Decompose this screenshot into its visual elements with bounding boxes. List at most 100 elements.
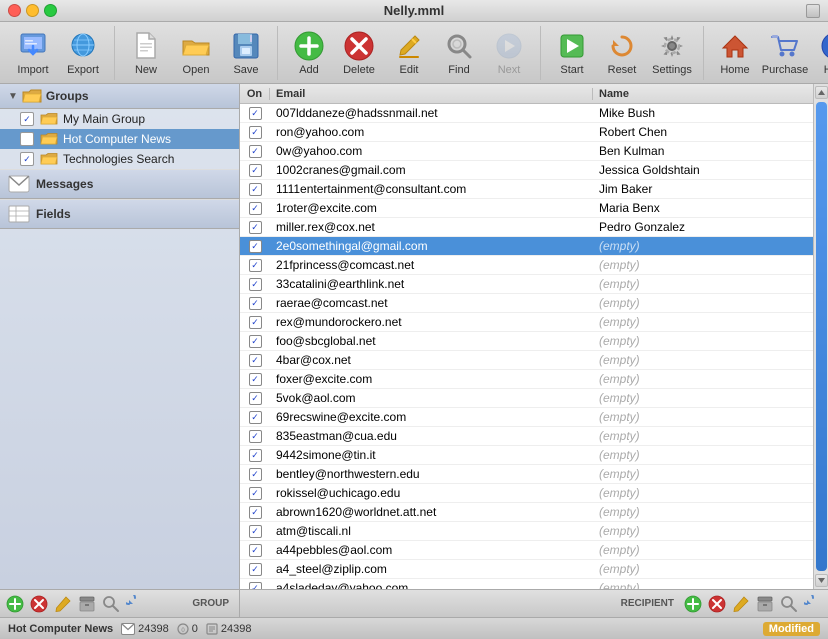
cell-on[interactable]: ✓ <box>240 525 270 538</box>
row-checkbox[interactable]: ✓ <box>249 183 262 196</box>
table-row[interactable]: ✓abrown1620@worldnet.att.net(empty) <box>240 503 813 522</box>
row-checkbox[interactable]: ✓ <box>249 221 262 234</box>
cell-on[interactable]: ✓ <box>240 373 270 386</box>
cell-on[interactable]: ✓ <box>240 468 270 481</box>
cell-on[interactable]: ✓ <box>240 297 270 310</box>
row-checkbox[interactable]: ✓ <box>249 563 262 576</box>
row-checkbox[interactable]: ✓ <box>249 202 262 215</box>
cell-on[interactable]: ✓ <box>240 221 270 234</box>
archive-group-button[interactable] <box>76 593 98 615</box>
table-row[interactable]: ✓a4sladeday@yahoo.com(empty) <box>240 579 813 589</box>
add-recipient-button[interactable] <box>682 593 704 615</box>
minimize-button[interactable] <box>26 4 39 17</box>
cell-on[interactable]: ✓ <box>240 202 270 215</box>
cell-on[interactable]: ✓ <box>240 278 270 291</box>
table-row[interactable]: ✓21fprincess@comcast.net(empty) <box>240 256 813 275</box>
cell-on[interactable]: ✓ <box>240 582 270 590</box>
resize-button[interactable] <box>806 4 820 18</box>
purchase-button[interactable]: Purchase <box>760 27 810 79</box>
table-row[interactable]: ✓rokissel@uchicago.edu(empty) <box>240 484 813 503</box>
table-row[interactable]: ✓007lddaneze@hadssnmail.netMike Bush <box>240 104 813 123</box>
edit-group-button[interactable] <box>52 593 74 615</box>
row-checkbox[interactable]: ✓ <box>249 354 262 367</box>
cell-on[interactable]: ✓ <box>240 563 270 576</box>
row-checkbox[interactable]: ✓ <box>249 335 262 348</box>
search-group-button[interactable] <box>100 593 122 615</box>
row-checkbox[interactable]: ✓ <box>249 411 262 424</box>
table-row[interactable]: ✓0w@yahoo.comBen Kulman <box>240 142 813 161</box>
cell-on[interactable]: ✓ <box>240 487 270 500</box>
scroll-down-button[interactable] <box>815 574 828 587</box>
table-row[interactable]: ✓33catalini@earthlink.net(empty) <box>240 275 813 294</box>
home-button[interactable]: Home <box>710 27 760 79</box>
messages-section[interactable]: Messages <box>0 169 239 199</box>
search-recipient-button[interactable] <box>778 593 800 615</box>
delete-button[interactable]: Delete <box>334 27 384 79</box>
close-button[interactable] <box>8 4 21 17</box>
settings-button[interactable]: Settings <box>647 27 697 79</box>
row-checkbox[interactable]: ✓ <box>249 297 262 310</box>
row-checkbox[interactable]: ✓ <box>249 278 262 291</box>
row-checkbox[interactable]: ✓ <box>249 582 262 590</box>
next-button[interactable]: Next <box>484 27 534 79</box>
reset-button[interactable]: Reset <box>597 27 647 79</box>
undo-recipient-button[interactable] <box>802 593 824 615</box>
table-row[interactable]: ✓2e0somethingal@gmail.com(empty) <box>240 237 813 256</box>
cell-on[interactable]: ✓ <box>240 259 270 272</box>
export-button[interactable]: Export <box>58 27 108 79</box>
cell-on[interactable]: ✓ <box>240 126 270 139</box>
remove-group-button[interactable] <box>28 593 50 615</box>
cell-on[interactable]: ✓ <box>240 430 270 443</box>
open-button[interactable]: Open <box>171 27 221 79</box>
main-group-checkbox[interactable] <box>20 112 34 126</box>
table-row[interactable]: ✓foo@sbcglobal.net(empty) <box>240 332 813 351</box>
cell-on[interactable]: ✓ <box>240 335 270 348</box>
table-row[interactable]: ✓raerae@comcast.net(empty) <box>240 294 813 313</box>
row-checkbox[interactable]: ✓ <box>249 468 262 481</box>
table-row[interactable]: ✓835eastman@cua.edu(empty) <box>240 427 813 446</box>
row-checkbox[interactable]: ✓ <box>249 240 262 253</box>
sidebar-item-hot-computer-news[interactable]: Hot Computer News <box>0 129 239 149</box>
cell-on[interactable]: ✓ <box>240 164 270 177</box>
row-checkbox[interactable]: ✓ <box>249 525 262 538</box>
row-checkbox[interactable]: ✓ <box>249 373 262 386</box>
row-checkbox[interactable]: ✓ <box>249 487 262 500</box>
cell-on[interactable]: ✓ <box>240 145 270 158</box>
table-row[interactable]: ✓4bar@cox.net(empty) <box>240 351 813 370</box>
cell-on[interactable]: ✓ <box>240 316 270 329</box>
remove-recipient-button[interactable] <box>706 593 728 615</box>
maximize-button[interactable] <box>44 4 57 17</box>
row-checkbox[interactable]: ✓ <box>249 259 262 272</box>
scrollbar-thumb[interactable] <box>816 102 827 571</box>
scrollbar[interactable] <box>813 84 828 589</box>
archive-recipient-button[interactable] <box>754 593 776 615</box>
cell-on[interactable]: ✓ <box>240 107 270 120</box>
table-row[interactable]: ✓rex@mundorockero.net(empty) <box>240 313 813 332</box>
new-button[interactable]: New <box>121 27 171 79</box>
table-row[interactable]: ✓ron@yahoo.comRobert Chen <box>240 123 813 142</box>
table-row[interactable]: ✓1roter@excite.comMaria Benx <box>240 199 813 218</box>
row-checkbox[interactable]: ✓ <box>249 544 262 557</box>
table-row[interactable]: ✓miller.rex@cox.netPedro Gonzalez <box>240 218 813 237</box>
table-row[interactable]: ✓foxer@excite.com(empty) <box>240 370 813 389</box>
cell-on[interactable]: ✓ <box>240 240 270 253</box>
table-row[interactable]: ✓bentley@northwestern.edu(empty) <box>240 465 813 484</box>
row-checkbox[interactable]: ✓ <box>249 449 262 462</box>
hot-news-checkbox[interactable] <box>20 132 34 146</box>
table-row[interactable]: ✓atm@tiscali.nl(empty) <box>240 522 813 541</box>
sidebar-item-main-group[interactable]: My Main Group <box>0 109 239 129</box>
table-row[interactable]: ✓a4_steel@ziplip.com(empty) <box>240 560 813 579</box>
find-button[interactable]: Find <box>434 27 484 79</box>
add-group-button[interactable] <box>4 593 26 615</box>
row-checkbox[interactable]: ✓ <box>249 126 262 139</box>
undo-group-button[interactable] <box>124 593 146 615</box>
tech-search-checkbox[interactable] <box>20 152 34 166</box>
help-button[interactable]: ? Help <box>810 27 828 79</box>
row-checkbox[interactable]: ✓ <box>249 506 262 519</box>
table-body[interactable]: ✓007lddaneze@hadssnmail.netMike Bush✓ron… <box>240 104 813 589</box>
scroll-up-button[interactable] <box>815 86 828 99</box>
table-row[interactable]: ✓1002cranes@gmail.comJessica Goldshtain <box>240 161 813 180</box>
cell-on[interactable]: ✓ <box>240 411 270 424</box>
edit-recipient-button[interactable] <box>730 593 752 615</box>
row-checkbox[interactable]: ✓ <box>249 145 262 158</box>
